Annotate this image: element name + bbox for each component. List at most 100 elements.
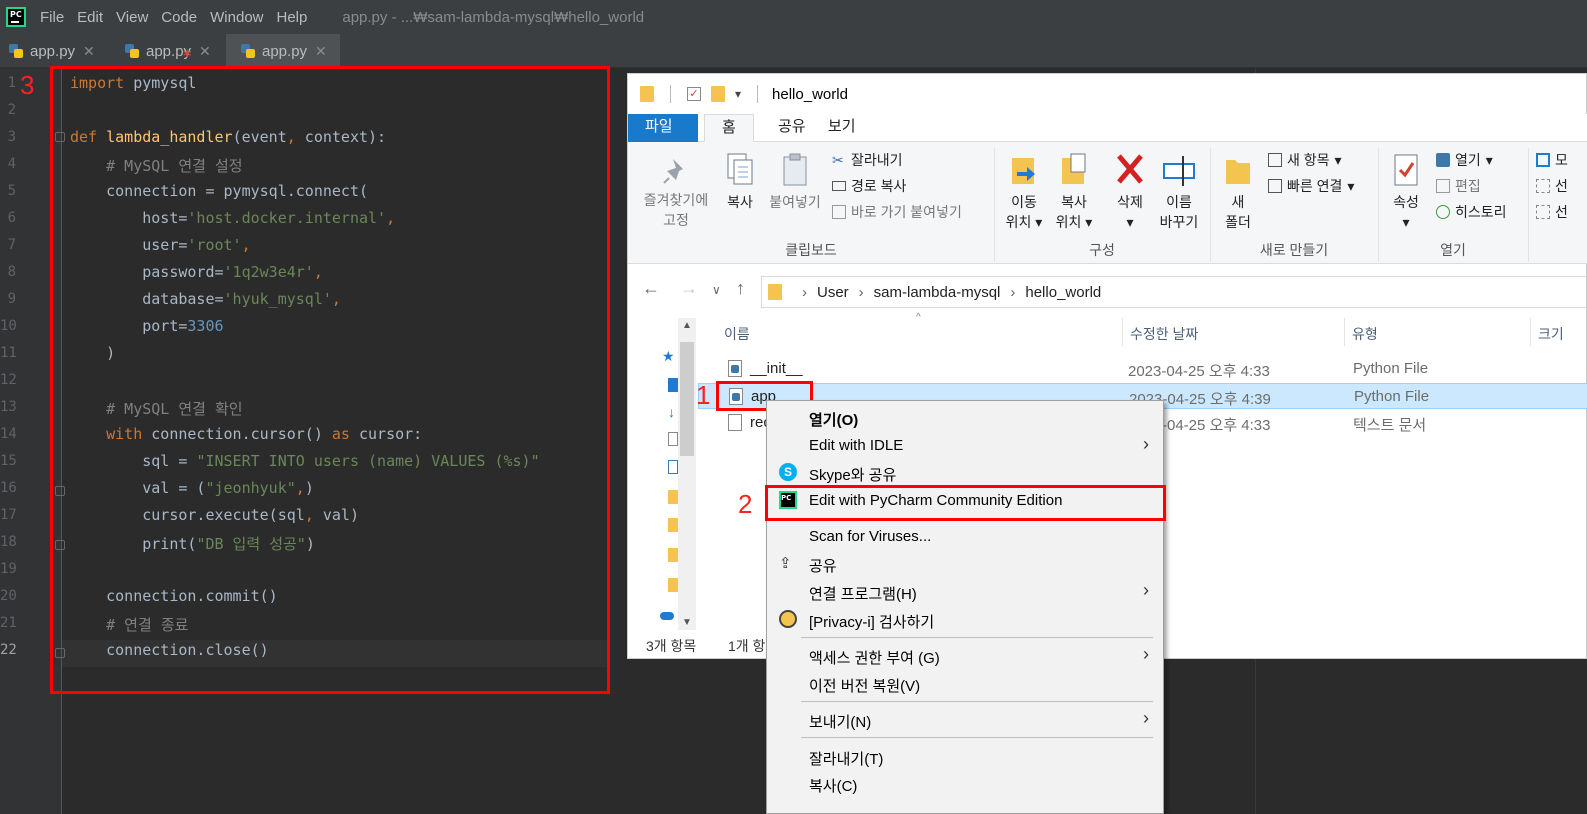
line-number: 10 — [0, 318, 17, 334]
address-bar[interactable]: › User › sam-lambda-mysql › hello_world — [761, 276, 1587, 308]
pin-to-quick-access-button[interactable]: 즐겨찾기에 고정 — [636, 156, 716, 230]
select-all-button[interactable]: 모 — [1536, 150, 1568, 170]
tab-app-py-2[interactable]: app.py ✕ — [124, 34, 224, 68]
edit-button[interactable]: 편집 — [1436, 176, 1481, 196]
up-arrow-icon[interactable]: ↑ — [736, 278, 745, 299]
menu-edit[interactable]: Edit — [77, 9, 103, 26]
new-folder-button[interactable]: 새 폴더 — [1218, 152, 1258, 232]
context-menu: 열기(O) Edit with IDLE › S Skype와 공유 PC Ed… — [766, 400, 1164, 814]
back-arrow-icon[interactable]: ← — [642, 278, 660, 299]
line-number: 11 — [0, 345, 17, 361]
move-to-button[interactable]: 이동 위치 ▾ — [1002, 152, 1046, 232]
menu-item-give-access[interactable]: 액세스 권한 부여 (G) — [809, 647, 940, 668]
folder-icon[interactable] — [668, 578, 678, 592]
selected-count: 1개 항 — [728, 638, 766, 654]
folder-icon[interactable] — [668, 490, 678, 504]
line-number: 16 — [0, 480, 17, 496]
privacy-i-icon — [779, 610, 797, 628]
file-name: __init__ — [750, 360, 803, 377]
select-none-button[interactable]: 선 — [1536, 176, 1568, 196]
ribbon-tabs: 파일 홈 공유 보기 — [628, 114, 1587, 142]
menu-item-copy[interactable]: 복사(C) — [809, 775, 857, 796]
column-header-modified[interactable]: 수정한 날짜 — [1130, 324, 1198, 344]
properties-button[interactable]: 속성 ▾ — [1384, 152, 1428, 232]
submenu-arrow-icon: › — [1143, 580, 1149, 600]
line-number: 7 — [7, 237, 16, 253]
menu-item-open-with[interactable]: 연결 프로그램(H) — [809, 583, 917, 604]
python-file-icon — [728, 360, 742, 377]
file-modified: -04-25 오후 4:33 — [1162, 417, 1271, 434]
pictures-icon[interactable] — [668, 460, 678, 474]
menu-item-cut[interactable]: 잘라내기(T) — [809, 748, 883, 769]
documents-icon[interactable] — [668, 432, 678, 446]
rename-button[interactable]: 이름 바꾸기 — [1156, 152, 1202, 232]
copy-to-button[interactable]: 복사 위치 ▾ — [1052, 152, 1096, 232]
cut-button[interactable]: ✂ 잘라내기 — [832, 150, 903, 170]
close-icon[interactable]: ✕ — [199, 43, 211, 60]
copy-button[interactable]: 복사 — [720, 152, 760, 212]
ribbon-tab-view[interactable]: 보기 — [811, 114, 873, 142]
column-header-type[interactable]: 유형 — [1352, 324, 1378, 344]
copy-path-button[interactable]: 경로 복사 — [832, 176, 906, 196]
quick-access-star-icon[interactable]: ★ — [662, 348, 676, 364]
column-header-size[interactable]: 크기 — [1538, 324, 1564, 344]
easy-access-button[interactable]: 빠른 연결 ▾ — [1268, 176, 1354, 196]
menu-view[interactable]: View — [116, 9, 148, 26]
scroll-down-icon[interactable]: ▼ — [682, 617, 692, 628]
forward-arrow-icon[interactable]: → — [680, 278, 698, 299]
column-header-name[interactable]: 이름 — [724, 324, 750, 344]
scrollbar-thumb[interactable] — [680, 342, 694, 456]
onedrive-cloud-icon[interactable] — [660, 612, 674, 620]
delete-button[interactable]: 삭제 ▾ — [1110, 152, 1150, 232]
new-item-button[interactable]: 새 항목 ▾ — [1268, 150, 1342, 170]
close-icon[interactable]: ✕ — [83, 43, 95, 60]
menu-item-edit-with-idle[interactable]: Edit with IDLE — [809, 437, 903, 454]
line-number: 14 — [0, 426, 17, 442]
recent-dropdown-icon[interactable]: ∨ — [712, 283, 721, 297]
menu-item-share[interactable]: 공유 — [809, 555, 837, 576]
history-button[interactable]: 히스토리 — [1436, 202, 1507, 222]
line-number: 12 — [0, 372, 17, 388]
skype-icon: S — [779, 463, 797, 481]
paste-button[interactable]: 붙여넣기 — [764, 152, 826, 212]
menu-window[interactable]: Window — [210, 9, 263, 26]
menu-code[interactable]: Code — [161, 9, 197, 26]
ribbon-tab-home[interactable]: 홈 — [704, 114, 754, 142]
menu-help[interactable]: Help — [277, 9, 308, 26]
nav-scrollbar[interactable]: ▲ ▼ — [678, 318, 696, 630]
menu-item-scan-viruses[interactable]: Scan for Viruses... — [809, 528, 931, 545]
close-icon[interactable]: ✕ — [315, 43, 327, 60]
tab-app-py-3[interactable]: app.py ✕ — [226, 34, 340, 68]
menu-file[interactable]: File — [40, 9, 64, 26]
folder-icon[interactable] — [668, 548, 678, 562]
scroll-up-icon[interactable]: ▲ — [682, 320, 692, 331]
folder-icon[interactable] — [711, 86, 725, 102]
breadcrumb-user[interactable]: User — [817, 284, 849, 301]
menu-item-send-to[interactable]: 보내기(N) — [809, 711, 871, 732]
checkbox-icon[interactable]: ✓ — [687, 87, 701, 101]
paste-shortcut-button[interactable]: 바로 가기 붙여넣기 — [832, 202, 962, 222]
line-number: 20 — [0, 588, 17, 604]
invert-selection-button[interactable]: 선 — [1536, 202, 1568, 222]
menu-item-privacy-scan[interactable]: [Privacy-i] 검사하기 — [809, 611, 934, 632]
menu-item-share-skype[interactable]: Skype와 공유 — [809, 464, 896, 485]
folder-icon[interactable] — [668, 518, 678, 532]
menu-item-restore-versions[interactable]: 이전 버전 복원(V) — [809, 675, 920, 696]
line-number: 2 — [7, 102, 16, 118]
download-icon[interactable]: ↓ — [668, 404, 678, 420]
menu-bar: PC File Edit View Code Window Help app.p… — [0, 0, 1587, 34]
copy-to-icon — [1062, 153, 1086, 184]
rename-icon — [1163, 156, 1195, 186]
python-file-icon — [8, 43, 24, 59]
dropdown-icon[interactable]: ▾ — [735, 87, 741, 101]
breadcrumb-hello-world[interactable]: hello_world — [1025, 284, 1101, 301]
open-button[interactable]: 열기 ▾ — [1436, 150, 1493, 170]
breadcrumb-sam-lambda-mysql[interactable]: sam-lambda-mysql — [874, 284, 1001, 301]
desktop-icon[interactable] — [668, 378, 678, 392]
quick-access-toolbar: ✓ ▾ — [640, 85, 764, 103]
tab-app-py-1[interactable]: app.py ✕ — [8, 34, 108, 68]
file-row-init[interactable]: __init__ 2023-04-25 오후 4:33 Python File — [698, 356, 1587, 382]
menu-item-open[interactable]: 열기(O) — [809, 409, 858, 430]
ribbon-tab-file[interactable]: 파일 — [628, 114, 698, 142]
line-number: 5 — [7, 183, 16, 199]
